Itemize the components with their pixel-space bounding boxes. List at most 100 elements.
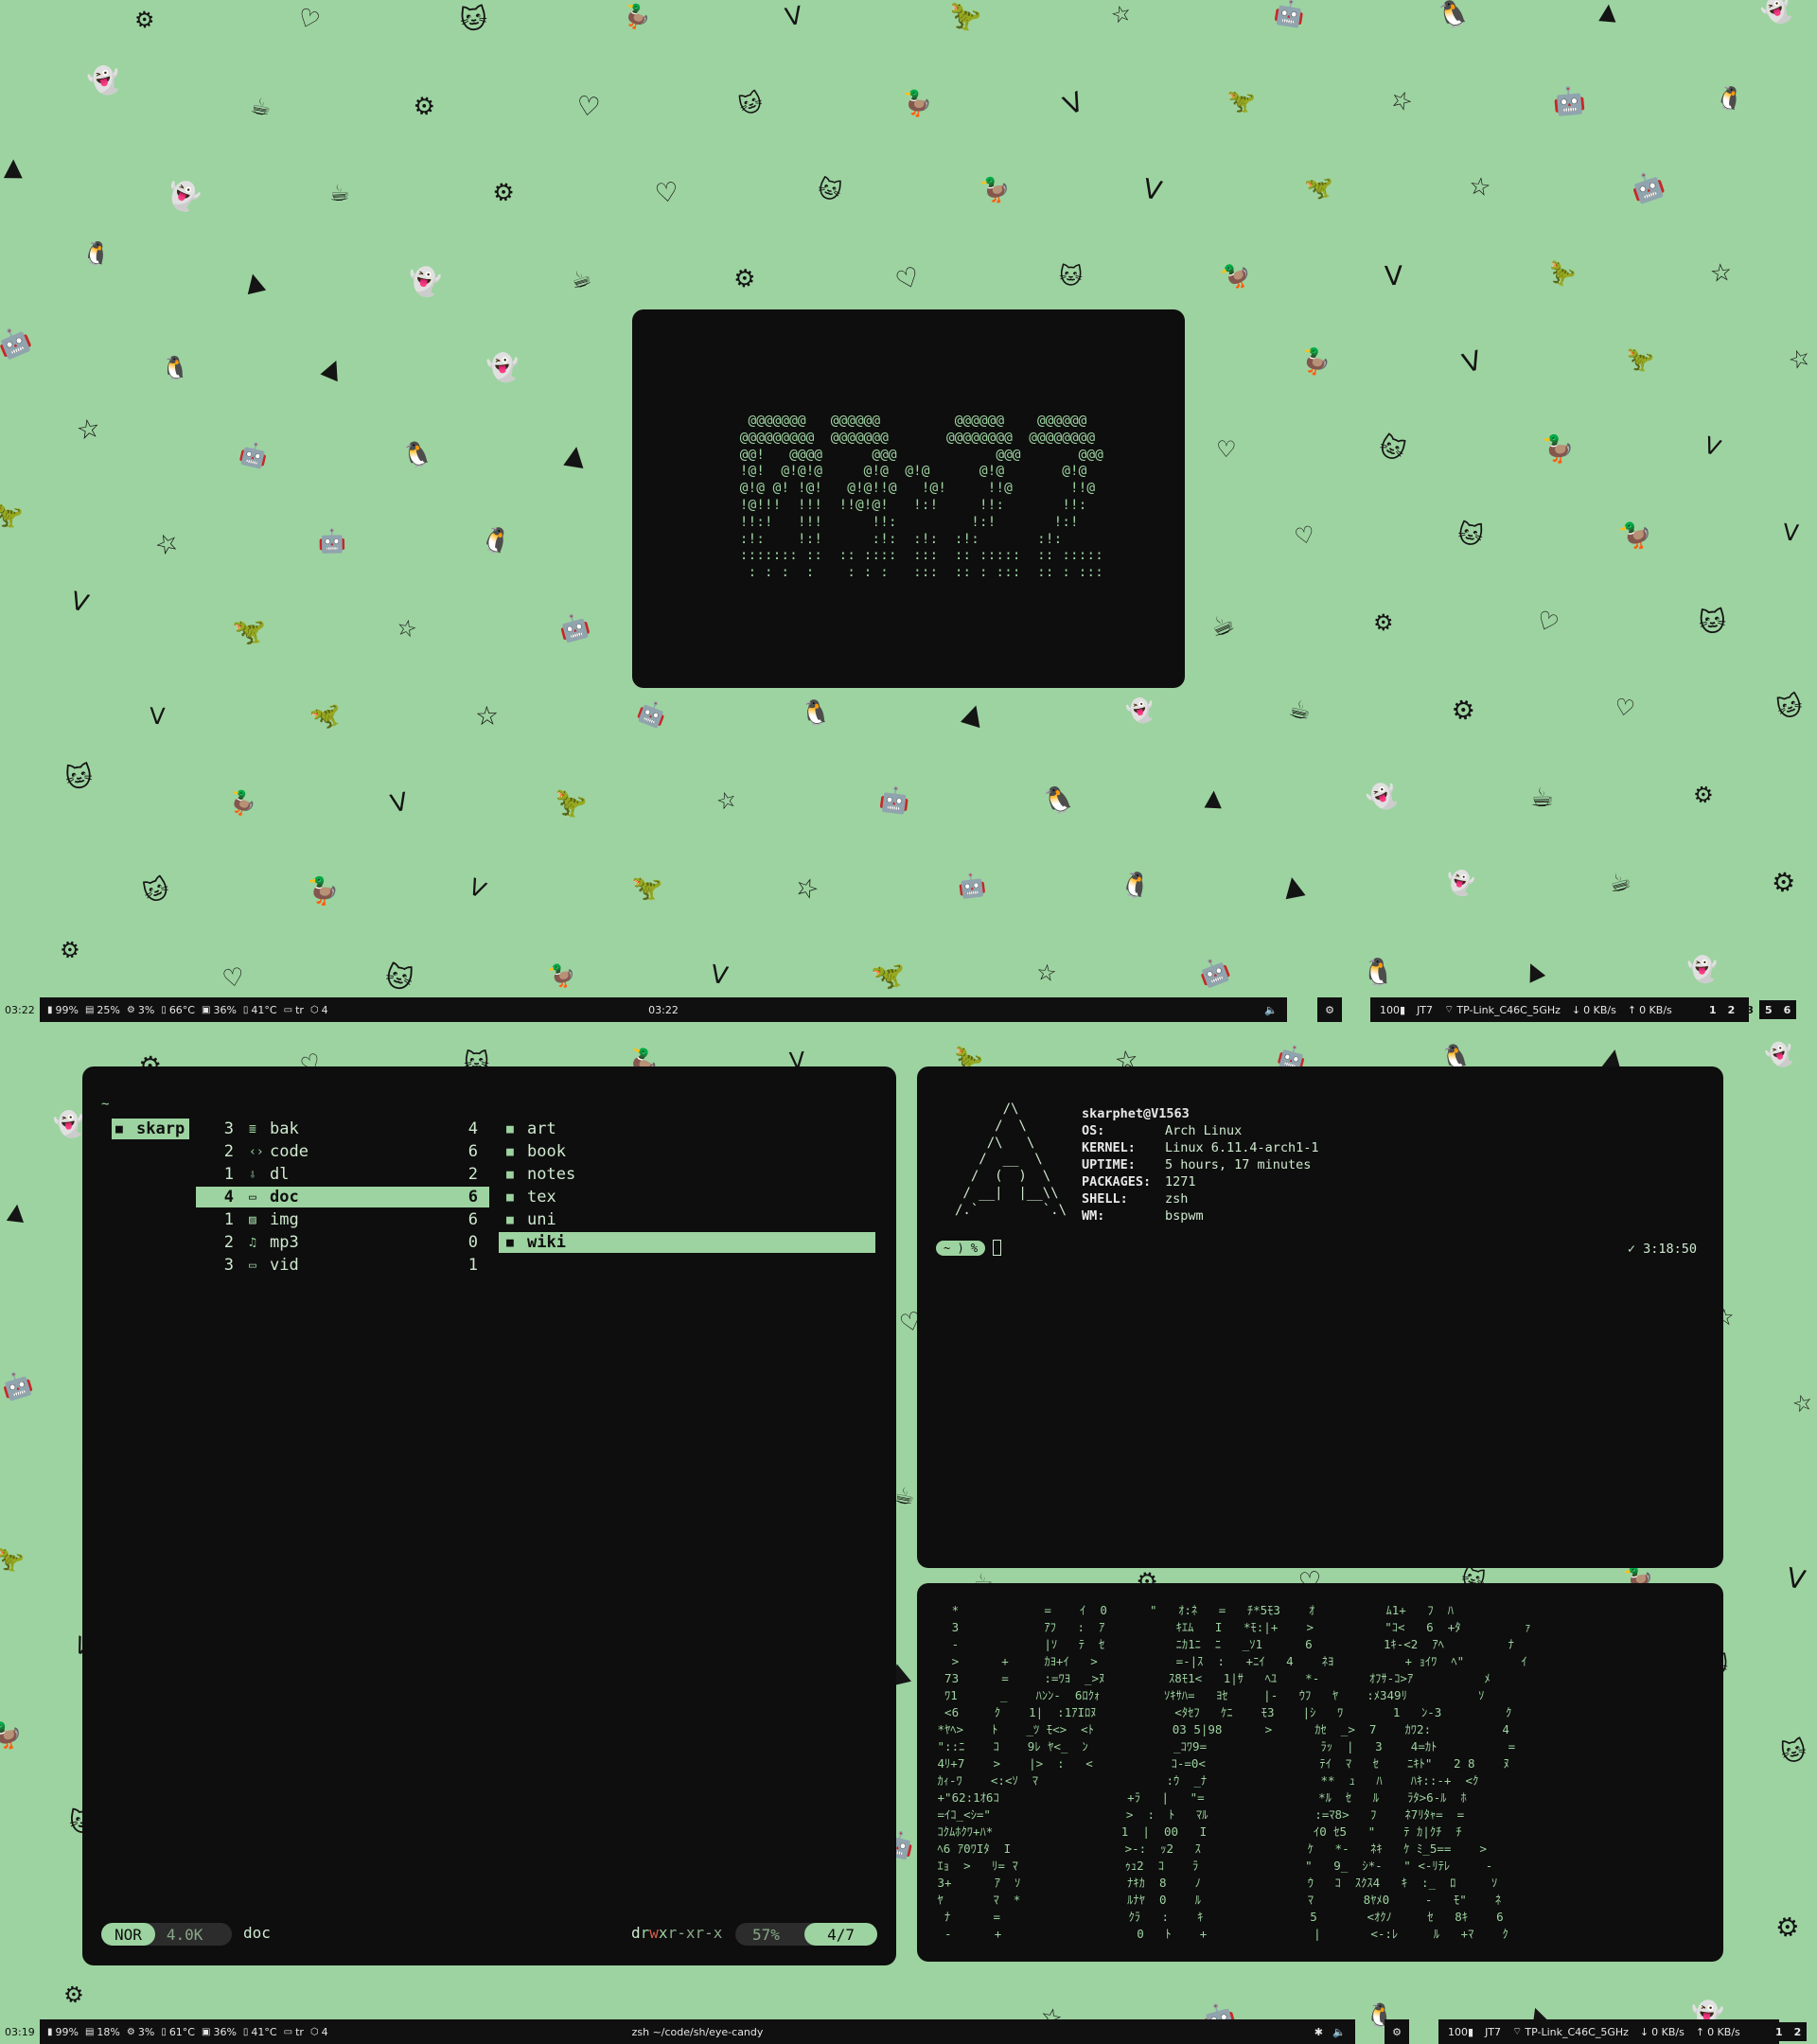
duck-icon: 🦆 [1615, 515, 1657, 555]
fetch-value: Linux 6.11.4-arch1-1 [1165, 1140, 1319, 1155]
top-status-bar: 03:22 ▮ 99% ▤ 25% ⚙ 3% ▯ 66°C ▣ 36% ▯ 41°C ▭ tr ⬡ 4 03:… [0, 997, 1817, 1022]
vim-icon: V [67, 587, 92, 619]
cpu-value: 3% [137, 1003, 155, 1016]
preview-label: notes [527, 1165, 576, 1184]
battery-icon: ▮ [47, 2026, 53, 2037]
preview-item-notes[interactable]: ■ notes [499, 1164, 875, 1185]
coffee-icon: ☕ [248, 92, 273, 122]
duck-icon: 🦆 [0, 1716, 27, 1754]
ghost-icon: 👻 [84, 62, 124, 100]
fetch-user: skarphet@V1563 [1082, 1106, 1190, 1121]
dir-item-vid[interactable]: 3 ▭ vid 1 [196, 1255, 489, 1276]
arch-icon: ▲ [6, 1196, 27, 1226]
ghost-icon: 👻 [1686, 955, 1719, 985]
volume-icon[interactable]: 🔈 [1264, 1004, 1278, 1016]
folder-icon: ■ [506, 1212, 514, 1227]
clock-terminal-window[interactable]: @@@@@@@ @@@@@@ @@@@@@ @@@@@@ @@@@@@@@@ @… [632, 309, 1185, 688]
volume-icon[interactable]: 🔈 [1332, 2026, 1346, 2038]
net-up: ↑ 0 KB/s [1628, 1003, 1672, 1016]
net-down: ↓ 0 KB/s [1572, 1003, 1616, 1016]
bar-main-segment: ▮ 99% ▤ 25% ⚙ 3% ▯ 66°C ▣ 36% ▯ 41°C ▭ tr ⬡ 4 03:22 🔈 [40, 997, 1287, 1022]
wifi-value: TP-Link_C46C_5GHz [1456, 1003, 1561, 1016]
robot-icon: 🤖 [0, 321, 36, 363]
arch-icon: ▲ [318, 351, 348, 385]
workspace-6[interactable]: 6 [1777, 1000, 1797, 1019]
star-icon: ☆ [1789, 1387, 1816, 1419]
preview-label: wiki [527, 1233, 566, 1252]
memory-icon: ▤ [84, 1004, 95, 1015]
robot-icon: 🤖 [237, 438, 271, 472]
preview-item-book[interactable]: ■ book [499, 1141, 875, 1162]
vim-icon: V [1384, 259, 1403, 292]
net-battery: 100▮ [1380, 1003, 1405, 1016]
up-icon: ↑ [1627, 1003, 1637, 1016]
dir-item-code[interactable]: 2 ‹› code 6 [196, 1141, 489, 1162]
scroll-percent: 57% [752, 1925, 780, 1944]
ghost-icon: 👻 [1757, 0, 1797, 30]
matrix-terminal-window[interactable]: * = ｲ 0 " ｵ:ﾈ = ﾁ*5ﾓ3 ｵ ﾑ1+ ﾌ ﾊ 3 ｱﾌ : ｱ… [917, 1583, 1723, 1962]
duck-icon: 🦆 [545, 959, 579, 993]
bar-time-left: 03:19 [5, 2025, 35, 2038]
star-icon: ☆ [1708, 257, 1734, 290]
duck-icon: 🦆 [1217, 256, 1258, 296]
updates-icon: ⬡ [309, 2026, 319, 2037]
parent-dir-item[interactable]: ■ skarp [112, 1119, 189, 1139]
dir-item-mp3[interactable]: 2 ♫ mp3 0 [196, 1232, 489, 1253]
keyboard-value: tr [295, 2025, 304, 2038]
vim-icon: V [388, 787, 411, 819]
dir-item-dl[interactable]: 1 ⇩ dl 2 [196, 1164, 489, 1185]
wifi-icon: ⌔ [1444, 1003, 1455, 1015]
system-stats: ▮ 99% ▤ 18% ⚙ 3% ▯ 61°C ▣ 36% ▯ 41°C ▭ tr ⬡ 4 [40, 2026, 335, 2038]
heart-icon: ♡ [653, 175, 680, 210]
folder-icon: ■ [506, 1167, 514, 1182]
settings-icon[interactable]: ⚙ [1317, 997, 1342, 1022]
prompt[interactable]: ~ ) % [936, 1240, 1002, 1256]
preview-item-wiki[interactable]: ■ wiki [499, 1232, 875, 1253]
vim-icon: V [783, 1, 805, 33]
dir-item-img[interactable]: 1 ▨ img 6 [196, 1209, 489, 1230]
bluetooth-icon[interactable]: ✱ [1314, 2026, 1323, 2038]
preview-item-tex[interactable]: ■ tex [499, 1187, 875, 1207]
stat-cpu-temp: ▯ 61°C [161, 2026, 195, 2038]
wifi-icon: ⌔ [1512, 2025, 1523, 2037]
current-path: ~ [101, 1097, 110, 1112]
robot-icon: 🤖 [1271, 0, 1307, 31]
workspace-5[interactable]: 5 [1758, 1000, 1778, 1019]
updates-icon: ⬡ [309, 1004, 319, 1015]
file-manager-window[interactable]: ~ ■ skarp NOR 4.0K doc drwxr-xr-x 57% 4/… [82, 1066, 896, 1965]
arch-icon: ▲ [562, 437, 589, 472]
dir-label: img [270, 1210, 299, 1229]
cpu-icon: ⚙ [126, 2026, 135, 2037]
network-segment: 100▮ JT7 ⌔ TP-Link_C46C_5GHz ↓ 0 KB/s ↑ 0 KB/s [1370, 997, 1749, 1022]
dino-icon: 🦖 [1226, 87, 1257, 115]
dir-label: dl [270, 1165, 290, 1184]
dir-icon: ♫ [249, 1235, 256, 1250]
dir-item-doc[interactable]: 4 ▭ doc 6 [196, 1187, 489, 1207]
chip-icon: ⚙ [133, 6, 155, 34]
robot-icon: 🤖 [1627, 167, 1669, 207]
stat-keyboard: ▭ tr [284, 1004, 304, 1016]
star-icon: ☆ [1467, 171, 1493, 203]
workspace-2[interactable]: 2 [1721, 1000, 1741, 1019]
preview-item-art[interactable]: ■ art [499, 1119, 875, 1139]
folder-icon: ■ [115, 1121, 123, 1137]
arch-logo: /\ / \ /\ \ / __ \ / ( ) \ / __| |__\\ /… [955, 1101, 1067, 1218]
preview-label: book [527, 1142, 566, 1161]
workspace-3[interactable]: 3 [1740, 1000, 1759, 1019]
workspace-1[interactable]: 1 [1703, 1000, 1722, 1019]
dir-icon: ▨ [249, 1212, 256, 1227]
ghost-icon: 👻 [161, 174, 205, 217]
workspace-1[interactable]: 1 [1770, 2022, 1789, 2041]
coffee-icon: ☕ [1529, 781, 1555, 814]
disk-icon: ▣ [202, 2026, 211, 2037]
settings-icon[interactable]: ⚙ [1385, 2019, 1409, 2044]
sysinfo-terminal-window[interactable]: /\ / \ /\ \ / __ \ / ( ) \ / __| |__\\ /… [917, 1066, 1723, 1568]
cat-icon: 🐱 [1058, 262, 1084, 291]
preview-item-uni[interactable]: ■ uni [499, 1209, 875, 1230]
workspace-2[interactable]: 2 [1788, 2022, 1808, 2041]
device-value: JT7 [1485, 2025, 1502, 2038]
dir-item-bak[interactable]: 3 ≣ bak 4 [196, 1119, 489, 1139]
vim-icon: V [1058, 85, 1088, 122]
heart-icon: ♡ [292, 2, 324, 38]
ghost-icon: 👻 [1762, 1038, 1798, 1072]
